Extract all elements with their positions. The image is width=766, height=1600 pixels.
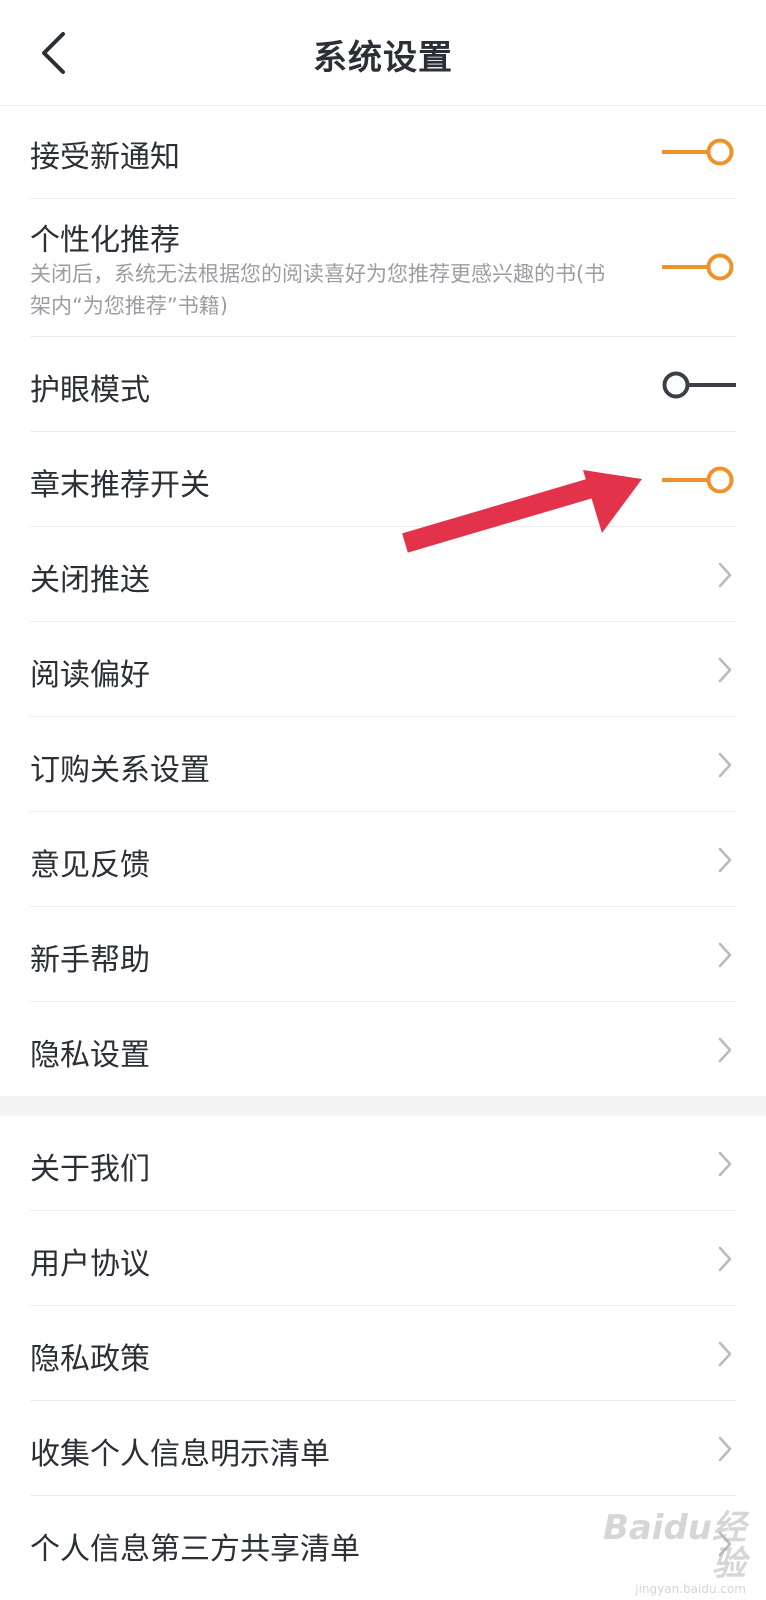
setting-row-accept-notifications: 接受新通知 [30, 106, 736, 199]
settings-section-main: 接受新通知 个性化推荐 关闭后，系统无法根据您的阅读喜好为您推荐更感兴趣的书(书… [0, 106, 766, 1096]
watermark-logo: Baidu经验 jingyan.baidu.com [596, 1510, 746, 1596]
watermark-brand: Baidu经验 [602, 1508, 746, 1584]
menu-item-label: 意见反馈 [30, 848, 150, 883]
section-divider [0, 1096, 766, 1116]
menu-item-beginner-help[interactable]: 新手帮助 [30, 907, 736, 1002]
menu-item-label: 个人信息第三方共享清单 [30, 1532, 360, 1567]
setting-description: 关闭后，系统无法根据您的阅读喜好为您推荐更感兴趣的书(书架内“为您推荐”书籍) [30, 262, 606, 318]
menu-item-label: 关闭推送 [30, 563, 150, 598]
setting-row-personalized-recommendation: 个性化推荐 关闭后，系统无法根据您的阅读喜好为您推荐更感兴趣的书(书架内“为您推… [30, 199, 736, 337]
top-bar: 系统设置 [0, 0, 766, 106]
menu-item-reading-preference[interactable]: 阅读偏好 [30, 622, 736, 717]
menu-item-label: 订购关系设置 [30, 753, 210, 788]
menu-item-label: 隐私设置 [30, 1038, 150, 1073]
setting-label: 护眼模式 [30, 373, 150, 408]
menu-item-close-push[interactable]: 关闭推送 [30, 527, 736, 622]
menu-item-label: 收集个人信息明示清单 [30, 1437, 330, 1472]
menu-item-privacy-settings[interactable]: 隐私设置 [30, 1002, 736, 1096]
menu-item-label: 新手帮助 [30, 943, 150, 978]
menu-item-label: 用户协议 [30, 1247, 150, 1282]
setting-label: 个性化推荐 [30, 223, 180, 258]
menu-item-user-agreement[interactable]: 用户协议 [30, 1211, 736, 1306]
menu-item-subscription-settings[interactable]: 订购关系设置 [30, 717, 736, 812]
toggle-on-icon[interactable] [662, 465, 736, 495]
menu-item-about-us[interactable]: 关于我们 [30, 1116, 736, 1211]
chevron-right-icon [718, 1151, 732, 1177]
menu-item-personal-info-collection[interactable]: 收集个人信息明示清单 [30, 1401, 736, 1496]
setting-row-eye-protection: 护眼模式 [30, 337, 736, 432]
menu-item-feedback[interactable]: 意见反馈 [30, 812, 736, 907]
setting-label: 章末推荐开关 [30, 468, 210, 503]
toggle-off-icon[interactable] [662, 370, 736, 400]
chevron-right-icon [718, 1341, 732, 1367]
chevron-right-icon [718, 562, 732, 588]
toggle-on-icon[interactable] [662, 137, 736, 167]
chevron-right-icon [718, 752, 732, 778]
menu-item-label: 隐私政策 [30, 1342, 150, 1377]
chevron-right-icon [718, 847, 732, 873]
setting-label: 接受新通知 [30, 140, 180, 175]
menu-item-privacy-policy[interactable]: 隐私政策 [30, 1306, 736, 1401]
setting-row-chapter-end-recommendation: 章末推荐开关 [30, 432, 736, 527]
chevron-right-icon [718, 657, 732, 683]
watermark-domain: jingyan.baidu.com [635, 1582, 746, 1596]
chevron-right-icon [718, 1037, 732, 1063]
page-title: 系统设置 [313, 38, 453, 78]
menu-item-label: 阅读偏好 [30, 658, 150, 693]
chevron-right-icon [718, 1246, 732, 1272]
chevron-right-icon [718, 1436, 732, 1462]
menu-item-label: 关于我们 [30, 1152, 150, 1187]
toggle-on-icon[interactable] [662, 252, 736, 282]
chevron-right-icon [718, 942, 732, 968]
